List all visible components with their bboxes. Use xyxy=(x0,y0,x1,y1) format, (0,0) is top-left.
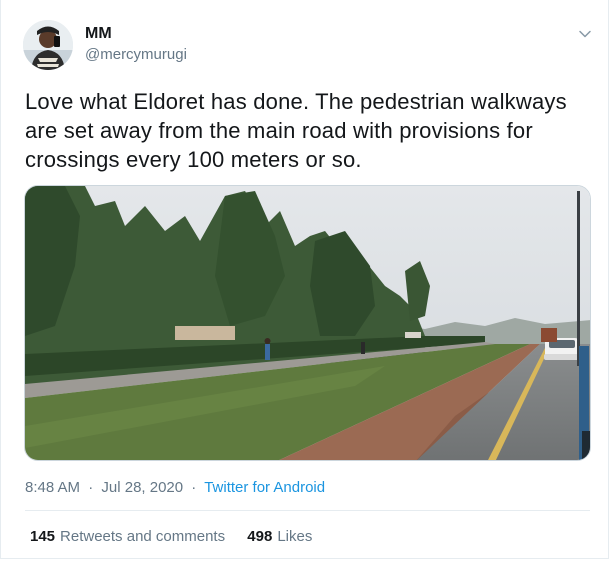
meta-separator: · xyxy=(191,479,197,496)
tweet-date[interactable]: Jul 28, 2020 xyxy=(101,479,183,496)
tweet-meta: 8:48 AM · Jul 28, 2020 · Twitter for And… xyxy=(25,479,325,496)
likes-label: Likes xyxy=(277,528,313,545)
retweets-label: Retweets and comments xyxy=(60,528,226,545)
tweet-card: MM @mercymurugi Love what Eldoret has do… xyxy=(0,0,609,559)
tweet-stats: 145 Retweets and comments 498 Likes xyxy=(30,528,312,545)
divider xyxy=(25,510,590,511)
user-handle[interactable]: @mercymurugi xyxy=(85,46,187,63)
tweet-time[interactable]: 8:48 AM xyxy=(25,479,80,496)
display-name[interactable]: MM xyxy=(85,25,112,43)
chevron-down-icon xyxy=(579,30,591,38)
avatar[interactable] xyxy=(23,20,73,70)
tweet-text: Love what Eldoret has done. The pedestri… xyxy=(25,89,567,172)
retweets-count: 145 xyxy=(30,528,56,545)
likes-stat[interactable]: 498 Likes xyxy=(247,528,312,545)
likes-count: 498 xyxy=(247,528,273,545)
road-photo xyxy=(25,186,590,460)
meta-separator: · xyxy=(88,479,94,496)
tweet-menu-button[interactable] xyxy=(575,24,595,44)
avatar-image xyxy=(23,20,73,70)
tweet-photo[interactable] xyxy=(24,185,591,461)
tweet-source-link[interactable]: Twitter for Android xyxy=(204,479,325,496)
retweets-stat[interactable]: 145 Retweets and comments xyxy=(30,528,229,545)
